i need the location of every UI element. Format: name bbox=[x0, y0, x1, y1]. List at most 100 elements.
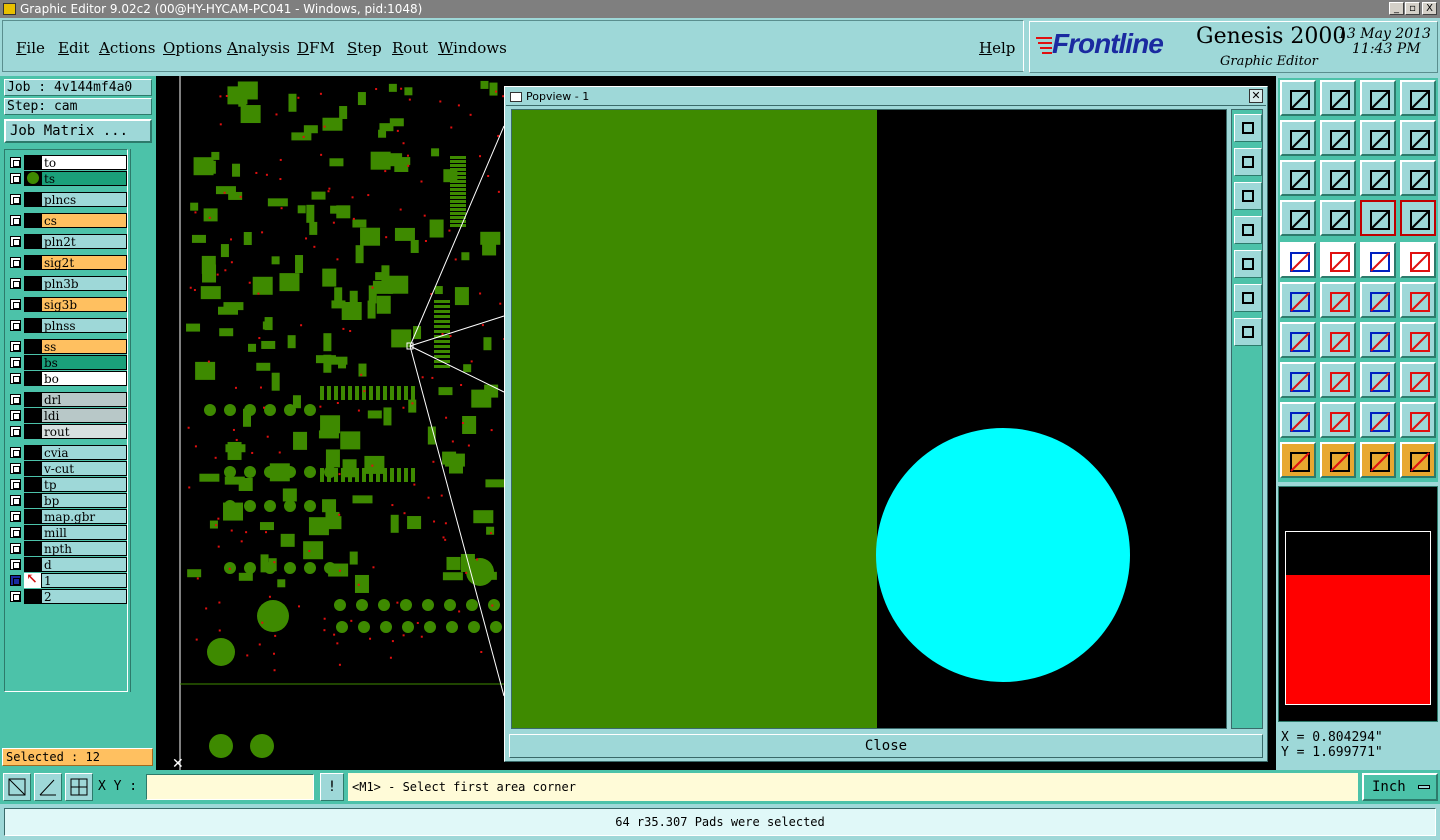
layer-status-icon[interactable] bbox=[24, 541, 41, 556]
layer-checkbox[interactable] bbox=[10, 575, 21, 586]
layer-row[interactable]: ss bbox=[7, 339, 127, 354]
layer-status-icon[interactable] bbox=[24, 318, 41, 333]
home-down-icon[interactable] bbox=[1320, 80, 1356, 116]
diagonal-line-icon[interactable] bbox=[1320, 322, 1356, 358]
layer-name[interactable]: plnss bbox=[41, 318, 127, 333]
layer-row[interactable]: plncs bbox=[7, 192, 127, 207]
scale-1-2-icon[interactable] bbox=[1360, 160, 1396, 196]
layer-status-icon[interactable] bbox=[24, 461, 41, 476]
layer-status-icon[interactable] bbox=[24, 155, 41, 170]
arch-double-icon[interactable] bbox=[1360, 402, 1396, 438]
layer-status-icon[interactable] bbox=[24, 557, 41, 572]
layer-checkbox[interactable] bbox=[10, 447, 21, 458]
layer-name[interactable]: rout bbox=[41, 424, 127, 439]
pointer-icon[interactable] bbox=[1280, 442, 1316, 478]
export-icon[interactable] bbox=[1320, 120, 1356, 156]
layer-status-icon[interactable] bbox=[24, 408, 41, 423]
popview-zoom-in-icon[interactable] bbox=[1234, 318, 1262, 346]
layer-status-icon[interactable] bbox=[24, 589, 41, 604]
layer-checkbox[interactable] bbox=[10, 511, 21, 522]
import-icon[interactable] bbox=[1280, 120, 1316, 156]
layer-row[interactable]: sig2t bbox=[7, 255, 127, 270]
layer-checkbox[interactable] bbox=[10, 394, 21, 405]
layer-status-icon[interactable] bbox=[24, 477, 41, 492]
layer-status-icon[interactable] bbox=[24, 297, 41, 312]
layer-list-scrollbar[interactable] bbox=[130, 149, 154, 692]
layer-name[interactable]: d bbox=[41, 557, 127, 572]
popview-pan-up-icon[interactable] bbox=[1234, 148, 1262, 176]
layer-name[interactable]: to bbox=[41, 155, 127, 170]
layer-status-icon[interactable] bbox=[24, 424, 41, 439]
help-icon[interactable] bbox=[1400, 160, 1436, 196]
prompt-info-button[interactable]: ! bbox=[320, 773, 344, 801]
fill-icon[interactable] bbox=[1400, 322, 1436, 358]
menu-windows[interactable]: Windows bbox=[438, 39, 507, 57]
layer-status-icon[interactable] bbox=[24, 371, 41, 386]
layer-status-icon[interactable]: ↖ bbox=[24, 571, 41, 588]
layer-row[interactable]: pln2t bbox=[7, 234, 127, 249]
pointer-select-icon[interactable] bbox=[1360, 442, 1396, 478]
menu-options[interactable]: Options bbox=[163, 39, 222, 57]
layer-checkbox[interactable] bbox=[10, 215, 21, 226]
job-matrix-button[interactable]: Job Matrix ... bbox=[4, 119, 152, 143]
layer-checkbox[interactable] bbox=[10, 341, 21, 352]
popview-zoom-window-icon[interactable] bbox=[1234, 114, 1262, 142]
minimize-button[interactable]: _ bbox=[1389, 2, 1404, 15]
popview-zoom-out-icon[interactable] bbox=[1234, 284, 1262, 312]
layer-row[interactable]: mill bbox=[7, 525, 127, 540]
layer-row[interactable]: ldi bbox=[7, 408, 127, 423]
popview-pan-down-icon[interactable] bbox=[1234, 182, 1262, 210]
layer-name[interactable]: bo bbox=[41, 371, 127, 386]
layer-row[interactable]: map.gbr bbox=[7, 509, 127, 524]
arc-icon[interactable] bbox=[1360, 322, 1396, 358]
popview-close-icon[interactable]: ✕ bbox=[1249, 89, 1263, 103]
layer-checkbox[interactable] bbox=[10, 559, 21, 570]
group-icon[interactable] bbox=[1400, 362, 1436, 398]
layer-status-icon[interactable] bbox=[24, 234, 41, 249]
layer-status-icon[interactable] bbox=[24, 392, 41, 407]
layer-checkbox[interactable] bbox=[10, 410, 21, 421]
layer-checkbox[interactable] bbox=[10, 426, 21, 437]
layer-row[interactable]: sig3b bbox=[7, 297, 127, 312]
snap-point-icon[interactable] bbox=[1280, 362, 1316, 398]
layer-status-icon[interactable] bbox=[24, 171, 41, 186]
angle-line-icon[interactable] bbox=[1280, 322, 1316, 358]
layer-checkbox[interactable] bbox=[10, 479, 21, 490]
menu-actions[interactable]: Actions bbox=[99, 39, 155, 57]
menu-rout[interactable]: Rout bbox=[392, 39, 428, 57]
layer-checkbox[interactable] bbox=[10, 299, 21, 310]
menu-file[interactable]: File bbox=[16, 39, 45, 57]
layer-name[interactable]: cvia bbox=[41, 445, 127, 460]
layer-row[interactable]: bp bbox=[7, 493, 127, 508]
resize-icon[interactable] bbox=[1360, 362, 1396, 398]
layer-status-icon[interactable] bbox=[24, 493, 41, 508]
layer-row[interactable]: bs bbox=[7, 355, 127, 370]
ruler-icon[interactable] bbox=[1360, 242, 1396, 278]
layer-row[interactable]: tp bbox=[7, 477, 127, 492]
layer-row[interactable]: cs bbox=[7, 213, 127, 228]
move-pad-icon[interactable] bbox=[1360, 282, 1396, 318]
measure-area-icon[interactable] bbox=[1320, 242, 1356, 278]
maximize-button[interactable]: ▫ bbox=[1405, 2, 1420, 15]
popview-pan-right-icon[interactable] bbox=[1234, 250, 1262, 278]
split-view-icon[interactable] bbox=[1400, 80, 1436, 116]
layer-checkbox[interactable] bbox=[10, 373, 21, 384]
connect-pads-icon[interactable] bbox=[1280, 282, 1316, 318]
layer-row[interactable]: ↖ 1 bbox=[7, 571, 127, 588]
home-icon[interactable] bbox=[1360, 80, 1396, 116]
pointer-box-icon[interactable] bbox=[1320, 442, 1356, 478]
layer-name[interactable]: 1 bbox=[41, 573, 127, 588]
layer-name[interactable]: cs bbox=[41, 213, 127, 228]
popview-close-button[interactable]: Close bbox=[509, 734, 1263, 758]
menu-edit[interactable]: Edit bbox=[58, 39, 89, 57]
copy-pad-icon[interactable] bbox=[1400, 282, 1436, 318]
layer-checkbox[interactable] bbox=[10, 257, 21, 268]
menu-dfm[interactable]: DFM bbox=[297, 39, 335, 57]
layer-name[interactable]: drl bbox=[41, 392, 127, 407]
layer-row[interactable]: d bbox=[7, 557, 127, 572]
popview-viewport[interactable] bbox=[511, 109, 1227, 729]
layer-name[interactable]: map.gbr bbox=[41, 509, 127, 524]
layer-checkbox[interactable] bbox=[10, 236, 21, 247]
layer-status-icon[interactable] bbox=[24, 192, 41, 207]
delete-pad-icon[interactable] bbox=[1320, 282, 1356, 318]
